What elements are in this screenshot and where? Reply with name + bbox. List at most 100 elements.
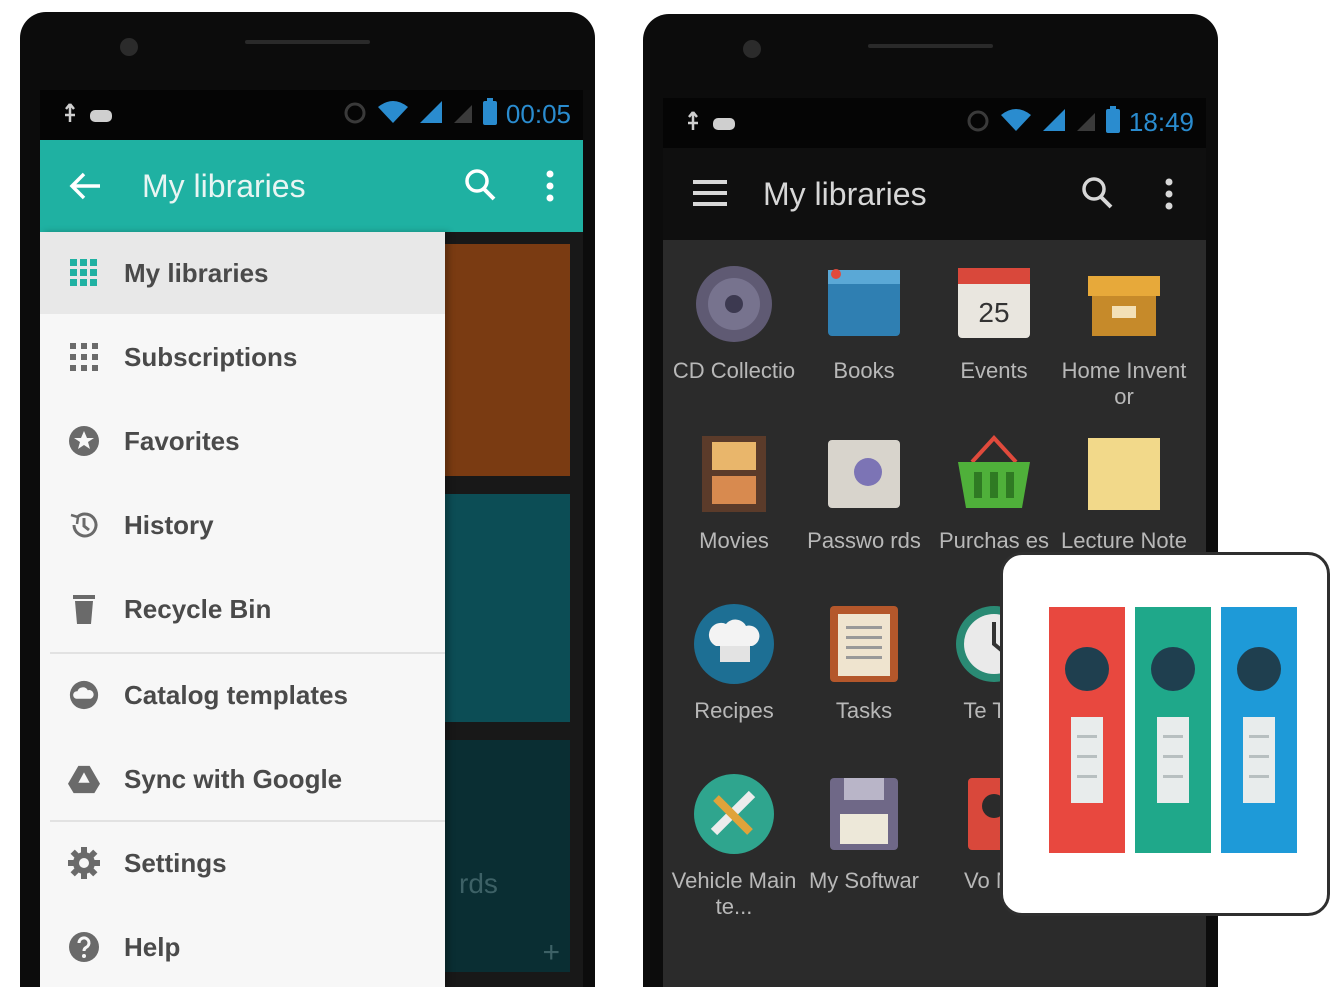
safe-icon bbox=[822, 432, 906, 516]
library-item[interactable]: Tasks bbox=[799, 602, 929, 724]
app-bar: My libraries bbox=[40, 140, 583, 232]
drawer-item-label: Help bbox=[124, 931, 181, 962]
drawer-item-subscriptions[interactable]: Subscriptions bbox=[40, 316, 445, 398]
drawer-item-label: Favorites bbox=[124, 425, 240, 456]
cloud-icon bbox=[68, 679, 100, 711]
library-item[interactable]: CD Collectio bbox=[669, 262, 799, 384]
library-label: Passwo rds bbox=[807, 528, 921, 553]
film-icon bbox=[692, 432, 776, 516]
usb-icon bbox=[62, 102, 122, 134]
library-label: Recipes bbox=[694, 698, 774, 723]
signal-2-icon bbox=[452, 99, 474, 130]
drawer-item-label: Recycle Bin bbox=[124, 593, 272, 624]
usb-icon bbox=[685, 110, 745, 142]
help-icon bbox=[68, 931, 100, 963]
library-card[interactable] bbox=[445, 494, 570, 722]
library-item[interactable]: Vehicle Mainte... bbox=[669, 772, 799, 920]
trash-icon bbox=[68, 593, 100, 625]
notes-icon bbox=[1082, 432, 1166, 516]
front-camera bbox=[743, 40, 761, 58]
books-icon bbox=[822, 262, 906, 346]
alarm-icon bbox=[342, 99, 368, 130]
library-item[interactable]: Passwo rds bbox=[799, 432, 929, 554]
drawer-item-catalog-templates[interactable]: Catalog templates bbox=[40, 654, 445, 736]
drawer-item-favorites[interactable]: Favorites bbox=[40, 400, 445, 482]
signal-icon bbox=[418, 99, 444, 130]
library-label: Movies bbox=[699, 528, 769, 553]
library-item[interactable]: My Softwar bbox=[799, 772, 929, 894]
library-item[interactable]: Home Inventor bbox=[1059, 262, 1189, 410]
library-item[interactable]: Books bbox=[799, 262, 929, 384]
overflow-menu-icon[interactable] bbox=[546, 170, 554, 207]
library-label: Vehicle Mainte... bbox=[671, 868, 797, 919]
clock-time: 18:49 bbox=[1128, 107, 1194, 137]
library-label: Books bbox=[833, 358, 895, 383]
library-item[interactable]: Purchas es bbox=[929, 432, 1059, 554]
drawer-item-history[interactable]: History bbox=[40, 484, 445, 566]
google-drive-icon bbox=[68, 763, 100, 795]
calendar-day: 25 bbox=[978, 297, 1009, 328]
page-title: My libraries bbox=[142, 168, 306, 204]
search-icon[interactable] bbox=[464, 168, 496, 207]
clipboard-icon bbox=[822, 602, 906, 686]
drawer-item-label: History bbox=[124, 509, 214, 540]
library-item[interactable]: 25 Events bbox=[929, 262, 1059, 384]
add-icon[interactable]: + bbox=[542, 936, 560, 970]
library-label: My Softwar bbox=[808, 868, 920, 893]
wifi-icon bbox=[376, 99, 410, 130]
hamburger-menu-icon[interactable] bbox=[693, 180, 727, 211]
library-item[interactable]: Movies bbox=[669, 432, 799, 554]
drawer-item-sync-with-google[interactable]: Sync with Google bbox=[40, 738, 445, 820]
calendar-icon: 25 bbox=[952, 262, 1036, 346]
navigation-drawer: My libraries Subscriptions Favorites His… bbox=[40, 232, 445, 987]
grid-icon bbox=[68, 257, 100, 289]
app-bar: My libraries bbox=[663, 148, 1206, 240]
basket-icon bbox=[952, 432, 1036, 516]
signal-2-icon bbox=[1075, 107, 1097, 138]
status-bar: 18:49 bbox=[663, 98, 1206, 148]
search-icon[interactable] bbox=[1081, 176, 1113, 215]
library-label: Events bbox=[960, 358, 1028, 383]
history-icon bbox=[68, 509, 100, 541]
app-logo-overlay bbox=[1000, 552, 1330, 916]
earpiece bbox=[245, 40, 370, 44]
library-item[interactable]: Recipes bbox=[669, 602, 799, 724]
star-icon bbox=[68, 425, 100, 457]
grid-icon bbox=[68, 341, 100, 373]
wrench-icon bbox=[692, 772, 776, 856]
blue-binder-icon bbox=[1221, 607, 1297, 853]
drawer-item-label: Settings bbox=[124, 847, 227, 878]
chef-hat-icon bbox=[692, 602, 776, 686]
drawer-item-recycle-bin[interactable]: Recycle Bin bbox=[40, 568, 445, 650]
library-card[interactable] bbox=[445, 244, 570, 476]
earpiece bbox=[868, 44, 993, 48]
drawer-item-label: Sync with Google bbox=[124, 763, 343, 794]
library-label: Purchas es bbox=[938, 528, 1050, 553]
box-icon bbox=[1082, 262, 1166, 346]
drawer-item-help[interactable]: Help bbox=[40, 906, 445, 987]
library-label: Tasks bbox=[835, 698, 893, 723]
gear-icon bbox=[68, 847, 100, 879]
front-camera bbox=[120, 38, 138, 56]
red-binder-icon bbox=[1049, 607, 1125, 853]
overflow-menu-icon[interactable] bbox=[1165, 178, 1173, 215]
screen-left: 00:05 My libraries rds + My libraries Su… bbox=[40, 90, 583, 987]
clock-time: 00:05 bbox=[505, 99, 571, 129]
library-label: Home Inventor bbox=[1061, 358, 1187, 409]
battery-icon bbox=[482, 98, 498, 131]
drawer-item-my-libraries[interactable]: My libraries bbox=[40, 232, 445, 314]
status-bar: 00:05 bbox=[40, 90, 583, 140]
drawer-item-label: Catalog templates bbox=[124, 679, 348, 710]
page-title: My libraries bbox=[763, 176, 927, 212]
drawer-item-label: My libraries bbox=[124, 257, 269, 288]
library-label: CD Collectio bbox=[672, 358, 796, 383]
drawer-item-settings[interactable]: Settings bbox=[40, 822, 445, 904]
wifi-icon bbox=[999, 107, 1033, 138]
library-card[interactable]: rds + bbox=[445, 740, 570, 972]
battery-icon bbox=[1105, 106, 1121, 139]
back-arrow-icon[interactable] bbox=[68, 170, 102, 207]
card-label: rds bbox=[459, 868, 498, 899]
drawer-item-label: Subscriptions bbox=[124, 341, 298, 372]
green-binder-icon bbox=[1135, 607, 1211, 853]
signal-icon bbox=[1041, 107, 1067, 138]
